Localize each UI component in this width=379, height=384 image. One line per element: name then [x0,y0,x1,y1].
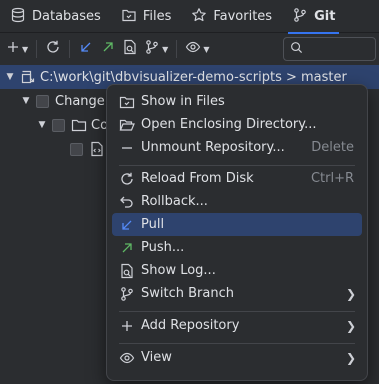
changes-checkbox[interactable] [36,94,49,108]
refresh-button[interactable] [43,37,63,61]
pull-arrow-icon [79,40,93,58]
toolbar-separator [69,40,71,58]
menu-separator [119,343,355,344]
menu-item-label: Rollback... [141,194,208,209]
tool-window-tabs: Databases Files Favorites Git [0,0,379,34]
plus-icon [6,40,20,58]
menu-item-label: Show in Files [141,94,225,109]
menu-item-shortcut: Ctrl+R [310,171,354,186]
pull-arrow-icon [119,217,135,233]
repository-icon [20,69,36,85]
eye-icon [185,39,201,59]
repository-label: C:\work\git\dbvisualizer-demo-scripts > … [40,69,347,85]
tab-label: Favorites [213,9,273,24]
menu-item-open-enclosing-directory[interactable]: Open Enclosing Directory... [112,113,362,136]
menu-separator [119,311,355,312]
tab-label: Files [142,9,172,24]
branch-icon [144,39,160,59]
menu-item-label: View [141,350,172,365]
menu-item-label: Add Repository [141,318,240,333]
menu-item-shortcut: Delete [311,140,354,155]
toolbar-separator [176,40,178,58]
tab-favorites[interactable]: Favorites [181,0,282,33]
rollback-icon [119,194,135,210]
toolbar-separator [36,40,38,58]
chevron-down-icon: ▼ [162,44,169,54]
menu-item-reload-from-disk[interactable]: Reload From Disk Ctrl+R [112,167,362,190]
changes-label: Change [55,93,105,109]
menu-item-label: Reload From Disk [141,171,254,186]
view-options-button[interactable]: ▼ [183,37,211,61]
tab-label: Databases [32,9,101,24]
menu-item-rollback[interactable]: Rollback... [112,190,362,213]
chevron-right-icon: ❯ [345,318,356,333]
folder-checkbox[interactable] [52,118,65,132]
menu-item-label: Open Enclosing Directory... [141,117,317,132]
menu-item-label: Switch Branch [141,286,234,301]
plus-icon [119,318,135,334]
chevron-down-icon: ▼ [203,44,210,54]
file-icon [89,141,105,157]
star-icon [191,7,207,27]
branch-button[interactable]: ▼ [142,37,170,61]
search-input[interactable] [307,42,367,56]
tab-label: Git [314,9,336,24]
menu-item-push[interactable]: Push... [112,236,362,259]
menu-item-label: Show Log... [141,263,216,278]
search-icon [290,41,303,58]
menu-separator [119,165,355,166]
reload-icon [119,171,135,187]
folder-open-icon [119,117,135,133]
log-icon [122,39,138,59]
push-arrow-icon [119,240,135,256]
search-field[interactable] [283,37,376,61]
file-checkbox[interactable] [70,142,83,156]
context-menu: Show in Files Open Enclosing Directory..… [106,84,368,381]
menu-item-label: Push... [141,240,185,255]
chevron-down-icon[interactable]: ▼ [36,120,48,130]
menu-item-view[interactable]: View ❯ [112,346,362,369]
files-icon [121,7,137,27]
folder-icon [119,94,135,110]
add-button[interactable]: ▼ [4,37,30,61]
chevron-right-icon: ❯ [345,286,356,301]
database-icon [10,7,26,27]
pull-button[interactable] [76,37,96,61]
show-log-button[interactable] [120,37,140,61]
menu-item-label: Pull [141,217,165,232]
menu-item-pull[interactable]: Pull [112,213,362,236]
git-toolbar: ▼ ▼ ▼ [0,33,379,65]
menu-item-show-log[interactable]: Show Log... [112,259,362,282]
chevron-down-icon: ▼ [22,44,29,54]
branch-icon [119,286,135,302]
menu-item-add-repository[interactable]: Add Repository ❯ [112,314,362,337]
tab-git[interactable]: Git [282,0,345,34]
menu-item-show-in-files[interactable]: Show in Files [112,90,362,113]
chevron-down-icon[interactable]: ▼ [4,72,16,82]
minus-icon [119,140,135,156]
refresh-icon [45,39,61,59]
menu-item-label: Unmount Repository... [141,140,285,155]
chevron-down-icon[interactable]: ▼ [20,96,32,106]
log-icon [119,263,135,279]
menu-item-unmount-repository[interactable]: Unmount Repository... Delete [112,136,362,159]
chevron-right-icon: ❯ [345,350,356,365]
git-branch-icon [292,7,308,27]
tab-files[interactable]: Files [111,0,182,33]
eye-icon [119,350,135,366]
menu-item-switch-branch[interactable]: Switch Branch ❯ [112,282,362,305]
tab-databases[interactable]: Databases [0,0,111,33]
push-button[interactable] [98,37,118,61]
folder-icon [71,117,87,133]
push-arrow-icon [101,40,115,58]
